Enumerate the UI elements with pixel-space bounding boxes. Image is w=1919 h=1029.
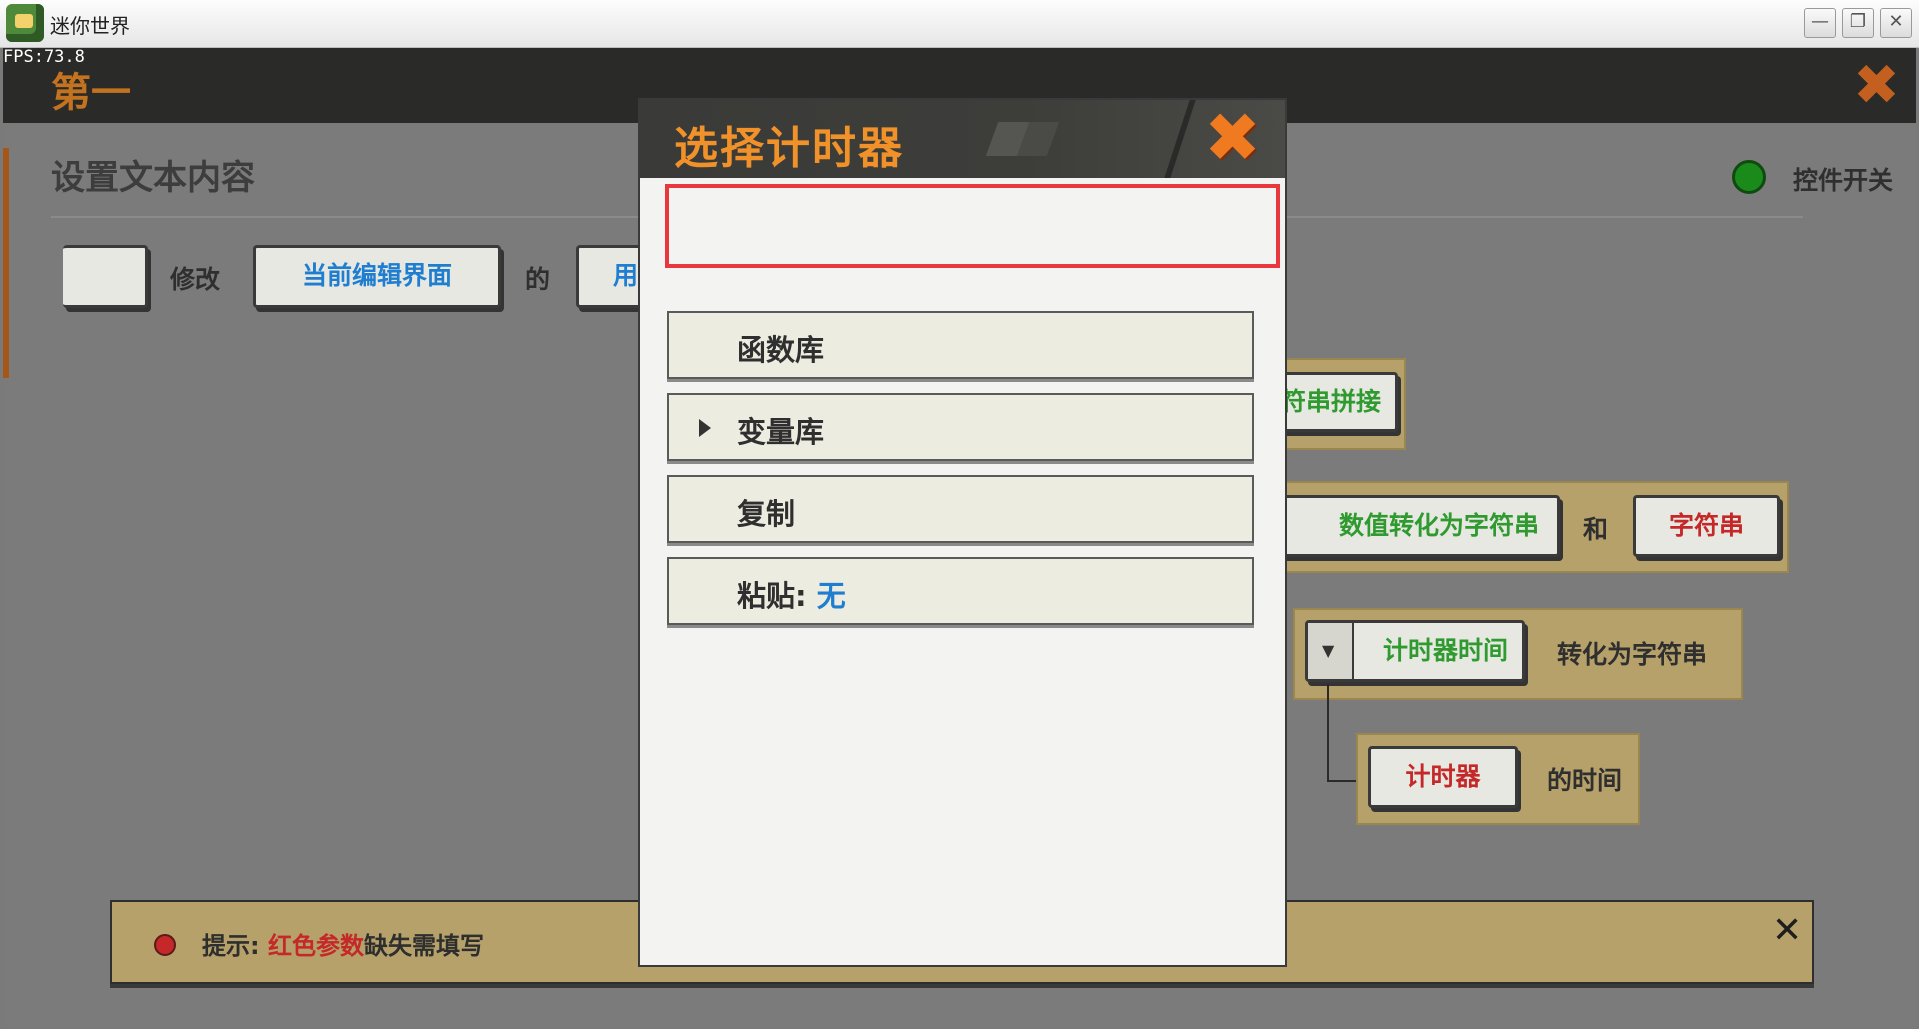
menu-item-label: 复制: [737, 497, 796, 531]
editor-close-icon[interactable]: ✖: [1853, 58, 1900, 114]
window-close-button[interactable]: ✕: [1880, 8, 1912, 38]
menu-item-copy[interactable]: 复制: [667, 475, 1254, 543]
current-ui-chip[interactable]: 当前编辑界面: [253, 245, 501, 308]
num-to-string-chip[interactable]: 数值转化为字符串: [1243, 495, 1560, 557]
menu-item-label: 函数库: [737, 333, 825, 367]
header-divider: [1164, 100, 1196, 178]
hint-bullet-icon: [154, 934, 176, 956]
hint-prefix: 提示:: [202, 932, 268, 960]
paste-value: 无: [816, 579, 846, 613]
hint-suffix: 缺失需填写: [363, 932, 484, 960]
menu-item-paste[interactable]: 粘贴: 无: [667, 557, 1254, 625]
timer-time-label: 计时器时间: [1382, 636, 1508, 665]
string-param-chip[interactable]: 字符串: [1633, 495, 1780, 557]
tree-connector-horizontal: [1327, 780, 1357, 782]
restore-button[interactable]: ❐: [1842, 8, 1874, 38]
paste-label: 粘贴:: [737, 579, 817, 613]
dialog-close-icon[interactable]: ✖: [1204, 104, 1261, 174]
control-toggle-label: 控件开关: [1793, 166, 1894, 195]
select-timer-dialog: 选择计时器 ✖ 函数库 变量库 复制 粘贴: 无: [640, 100, 1285, 965]
control-toggle-indicator[interactable]: [1732, 160, 1766, 194]
dialog-body: 函数库 变量库 复制 粘贴: 无: [640, 178, 1285, 965]
triangle-down-icon: ▼: [1322, 641, 1335, 660]
and-label: 和: [1583, 515, 1609, 544]
dialog-title: 选择计时器: [674, 123, 904, 174]
minimize-button[interactable]: —: [1804, 8, 1836, 38]
convert-to-string-label: 转化为字符串: [1557, 640, 1708, 669]
fps-counter: FPS:73.8: [3, 47, 85, 67]
panel-heading: 设置文本内容: [51, 158, 255, 198]
window-title: 迷你世界: [50, 14, 130, 38]
dialog-header: 选择计时器 ✖: [640, 100, 1285, 178]
hint-text: 提示: 红色参数缺失需填写: [202, 926, 484, 961]
timer-time-chip[interactable]: ▼ 计时器时间: [1305, 620, 1525, 682]
timer-param-chip[interactable]: 计时器: [1368, 746, 1518, 808]
menu-item-function-library[interactable]: 函数库: [667, 311, 1254, 379]
menu-item-label: 变量库: [737, 415, 825, 449]
editor-title: 第一: [51, 70, 131, 116]
left-edge-accent: [3, 148, 9, 378]
hint-close-icon[interactable]: ✕: [1772, 910, 1802, 951]
of-label: 的: [525, 265, 551, 294]
triangle-right-icon: [699, 419, 711, 437]
tree-connector-vertical: [1327, 684, 1329, 782]
left-partial-chip[interactable]: [63, 245, 148, 308]
menu-item-label: 粘贴: 无: [737, 573, 846, 615]
hint-red-params: 红色参数: [267, 932, 364, 960]
its-time-label: 的时间: [1547, 766, 1623, 795]
menu-item-variable-library[interactable]: 变量库: [667, 393, 1254, 461]
modify-label: 修改: [170, 265, 221, 294]
app-icon: [6, 4, 44, 42]
window-titlebar: 迷你世界 — ❐ ✕: [0, 0, 1919, 48]
